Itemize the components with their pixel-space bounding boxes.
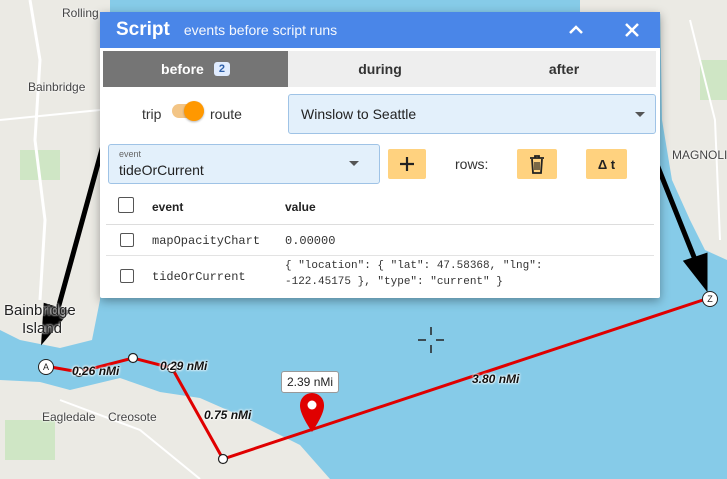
row-checkbox[interactable]	[120, 233, 134, 247]
chevron-down-icon	[635, 112, 645, 117]
delta-time-button[interactable]: Δ t	[586, 149, 627, 179]
toggle-knob	[184, 101, 204, 121]
tab-after[interactable]: after	[472, 51, 656, 87]
row-checkbox[interactable]	[120, 269, 134, 283]
row-value-line1: { "location": { "lat": 47.58368, "lng":	[285, 260, 543, 272]
close-button[interactable]	[620, 18, 644, 42]
select-all-checkbox[interactable]	[118, 197, 134, 213]
script-panel: Script events before script runs before …	[100, 12, 660, 298]
event-select[interactable]: event tideOrCurrent	[108, 144, 380, 184]
trip-route-toggle[interactable]	[172, 101, 204, 121]
route-select[interactable]: Winslow to Seattle	[288, 94, 656, 134]
tab-after-label: after	[548, 61, 580, 77]
chevron-up-icon	[569, 25, 583, 34]
place-label-bainbridge: Bainbridge	[28, 80, 86, 94]
leg-distance-4: 3.80 nMi	[472, 372, 520, 386]
route-waypoint[interactable]	[127, 352, 139, 364]
start-marker[interactable]: A	[38, 359, 54, 375]
table-header: event value	[106, 192, 654, 225]
column-header-event: event	[152, 200, 184, 214]
toggle-right-label: route	[210, 106, 242, 122]
route-waypoint[interactable]	[217, 453, 229, 465]
distance-tooltip: 2.39 nMi	[281, 371, 340, 393]
row-value: 0.00000	[285, 234, 336, 248]
place-label-eagledale: Eagledale	[42, 410, 96, 424]
leg-distance-1: 0.26 nMi	[72, 364, 120, 378]
tab-before-badge: 2	[213, 62, 230, 76]
column-header-value: value	[285, 200, 316, 214]
panel-header: Script events before script runs	[100, 12, 660, 48]
end-marker[interactable]: Z	[702, 291, 718, 307]
trash-icon	[530, 155, 544, 174]
tab-before[interactable]: before 2	[103, 51, 288, 87]
leg-distance-2: 0.29 nMi	[160, 359, 208, 373]
tab-during[interactable]: during	[288, 51, 472, 87]
trip-route-row: trip route Winslow to Seattle	[100, 94, 660, 134]
collapse-button[interactable]	[564, 18, 588, 42]
tab-before-label: before	[161, 61, 204, 77]
event-select-label: event	[119, 149, 142, 159]
table-row[interactable]: tideOrCurrent { "location": { "lat": 47.…	[106, 256, 654, 296]
delete-rows-button[interactable]	[517, 149, 557, 179]
row-value-line2: -122.45175 }, "type": "current" }	[285, 276, 503, 288]
panel-title: Script	[116, 19, 170, 40]
table-row[interactable]: mapOpacityChart 0.00000	[106, 225, 654, 256]
place-label-creosote: Creosote	[108, 410, 157, 424]
place-label-bainbridge-island-1: Bainbridge	[4, 302, 76, 319]
place-label-bainbridge-island-2: Island	[22, 320, 63, 337]
tab-bar: before 2 during after	[103, 51, 656, 87]
place-label-magnolia: MAGNOLI	[672, 148, 727, 162]
toggle-left-label: trip	[142, 106, 162, 122]
leg-distance-3: 0.75 nMi	[204, 408, 252, 422]
plus-icon	[400, 157, 414, 171]
row-event: mapOpacityChart	[152, 234, 261, 248]
tab-during-label: during	[358, 61, 402, 77]
rows-label: rows:	[455, 156, 489, 172]
panel-subtitle: events before script runs	[183, 22, 338, 38]
close-icon	[625, 23, 639, 37]
place-label-rolling: Rolling	[62, 6, 99, 20]
add-event-button[interactable]	[388, 149, 426, 179]
chevron-down-icon	[349, 161, 359, 166]
event-select-value: tideOrCurrent	[119, 162, 204, 178]
row-event: tideOrCurrent	[152, 270, 246, 284]
delta-time-label: Δ t	[597, 156, 616, 172]
route-select-value: Winslow to Seattle	[301, 106, 417, 122]
